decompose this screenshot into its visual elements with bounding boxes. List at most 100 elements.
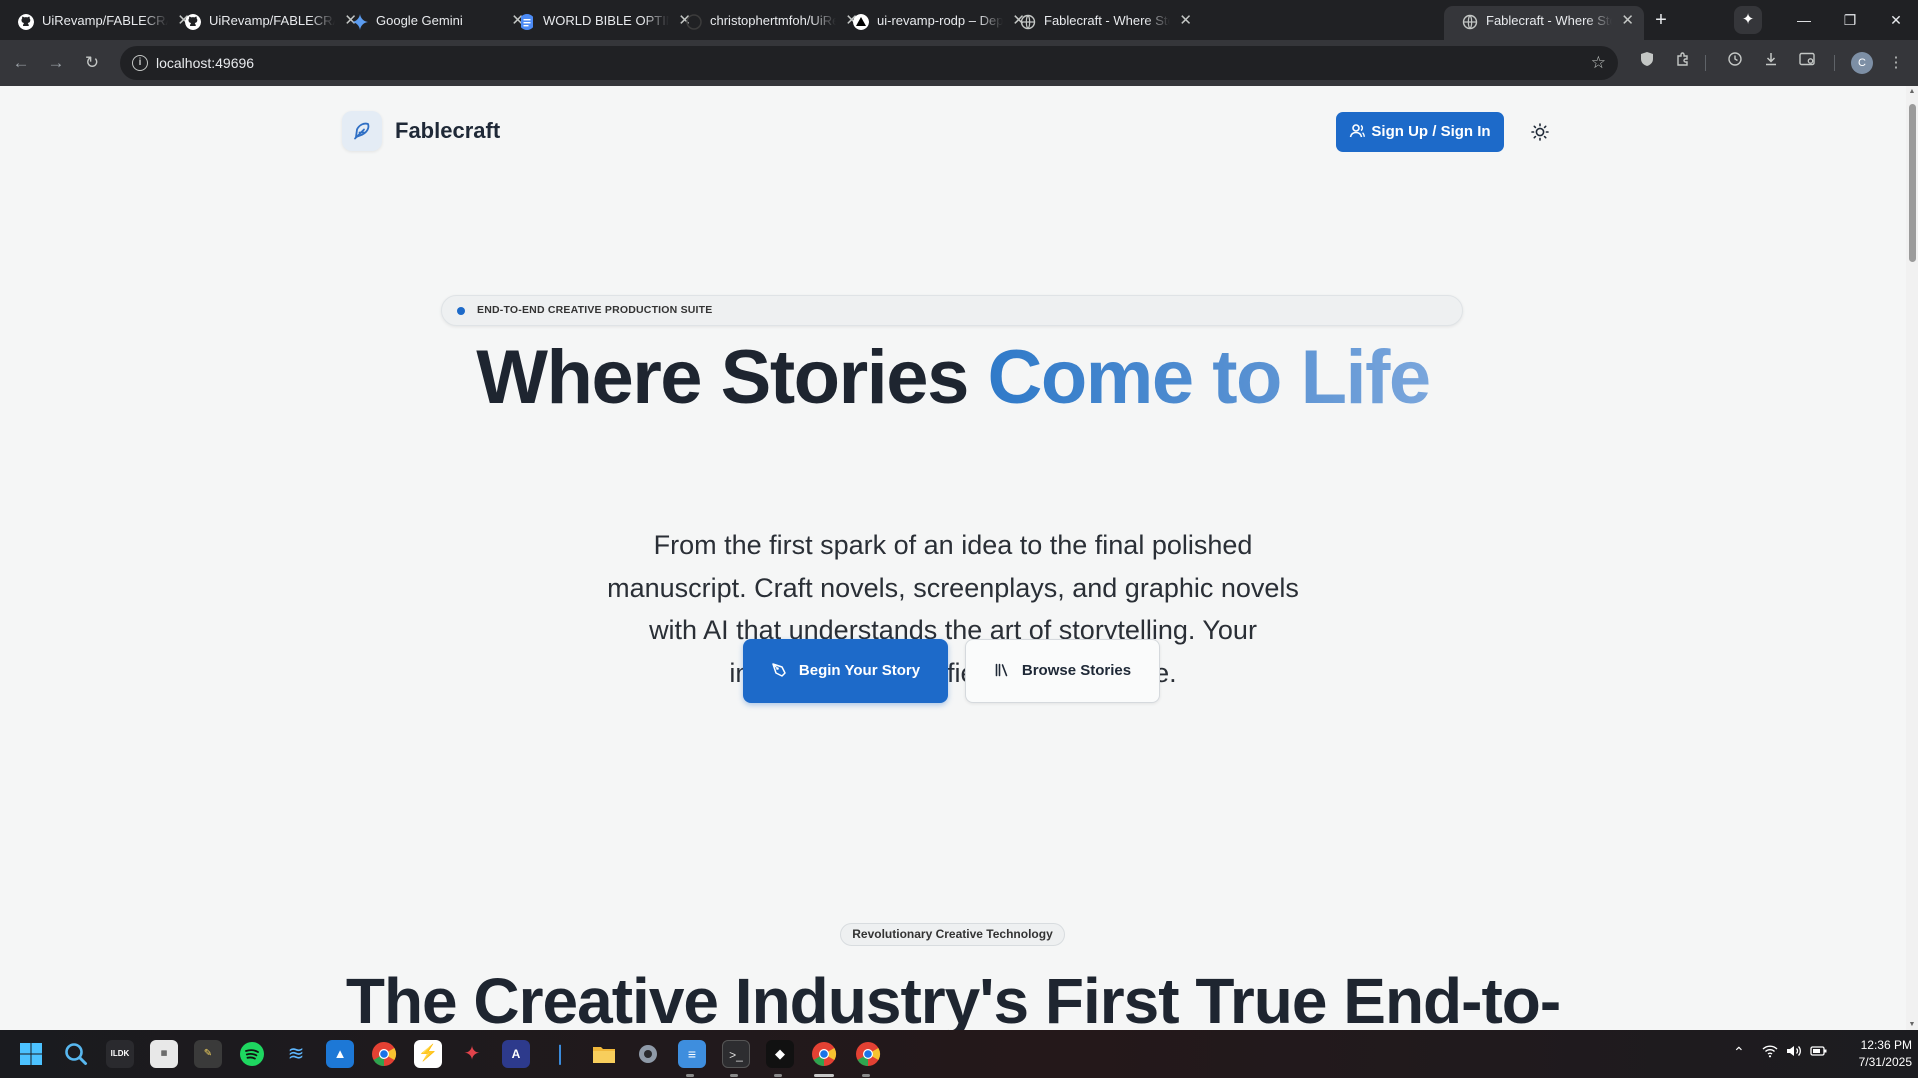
scroll-thumb[interactable] <box>1909 104 1916 262</box>
sun-icon[interactable] <box>1530 122 1550 142</box>
app-icon[interactable]: A <box>502 1040 530 1068</box>
settings-gear-icon[interactable] <box>634 1040 662 1068</box>
github-icon <box>686 14 702 30</box>
notepad-icon[interactable]: ≡ <box>678 1040 706 1068</box>
github-icon <box>18 14 34 30</box>
close-icon[interactable]: ✕ <box>1179 6 1192 36</box>
extensions-icon[interactable] <box>1670 50 1696 76</box>
back-arrow-icon[interactable]: ← <box>7 49 35 77</box>
tab-title: UiRevamp/FABLECRAFT_ <box>209 13 335 28</box>
tab-title: Fablecraft - Where Stories <box>1486 13 1612 28</box>
tab-title: Fablecraft - Where Stories <box>1044 13 1170 28</box>
docs-icon <box>521 14 533 30</box>
app-icon[interactable]: ❘ <box>546 1040 574 1068</box>
terminal-icon[interactable]: >_ <box>722 1040 750 1068</box>
page-viewport: Fablecraft Sign Up / Sign In END-TO-END … <box>0 86 1906 1030</box>
scroll-down-icon[interactable]: ▼ <box>1907 1021 1917 1028</box>
running-indicator <box>814 1074 834 1077</box>
gemini-button[interactable]: ✦ <box>1734 6 1762 34</box>
app-icon[interactable]: ✎ <box>194 1040 222 1068</box>
hero-description-line: From the first spark of an idea to the f… <box>653 530 1253 560</box>
feather-icon <box>354 122 370 140</box>
chrome-icon[interactable] <box>854 1040 882 1068</box>
tab-title: WORLD BIBLE OPTIMIZE <box>543 13 669 28</box>
toolbar-divider <box>1834 55 1835 71</box>
site-info-icon[interactable]: i <box>132 55 148 71</box>
side-panel-icon[interactable] <box>1794 50 1820 76</box>
reload-icon[interactable]: ↻ <box>78 49 106 77</box>
running-indicator <box>862 1074 870 1077</box>
os-taskbar: ILDK ▦ ✎ ≋ ▲ ⚡ ✦ A ❘ ≡ >_ ◆ ⌃ 12:36 PM 7… <box>0 1030 1918 1078</box>
gemini-icon <box>352 14 368 30</box>
hero-tagline: END-TO-END CREATIVE PRODUCTION SUITE <box>477 304 713 316</box>
clock-date: 7/31/2025 <box>1858 1055 1912 1069</box>
running-indicator <box>774 1074 782 1077</box>
browser-tab-active[interactable]: Fablecraft - Where Stories ✕ <box>1444 6 1644 40</box>
app-icon[interactable]: ⚡ <box>414 1040 442 1068</box>
new-tab-button[interactable]: + <box>1648 8 1674 34</box>
close-icon[interactable]: ✕ <box>1621 6 1634 36</box>
shield-icon[interactable] <box>1634 50 1660 76</box>
close-window-button[interactable]: ✕ <box>1876 6 1916 34</box>
vercel-icon <box>853 14 869 30</box>
search-icon[interactable] <box>62 1040 90 1068</box>
browse-stories-label: Browse Stories <box>1021 662 1132 679</box>
hero-description-line: with AI that understands the art of stor… <box>649 615 1257 645</box>
github-icon <box>185 14 201 30</box>
begin-story-label: Begin Your Story <box>798 662 921 679</box>
hero-title-accent: Come to Life <box>987 335 1431 420</box>
status-dot <box>457 307 465 315</box>
bookmark-star-icon[interactable]: ☆ <box>1591 46 1606 80</box>
menu-kebab-icon[interactable]: ⋮ <box>1883 50 1909 76</box>
hero-title: Where Stories Come to Life <box>0 334 1906 421</box>
globe-icon <box>1462 14 1478 30</box>
browser-toolbar: ← → ↻ i localhost:49696 ☆ C ⋮ <box>0 40 1918 86</box>
hero-tagline-pill: END-TO-END CREATIVE PRODUCTION SUITE <box>441 295 1463 326</box>
browser-tab[interactable]: Fablecraft - Where Stories ✕ <box>1002 6 1202 40</box>
chrome-icon[interactable] <box>810 1040 838 1068</box>
restore-button[interactable]: ❐ <box>1830 6 1870 34</box>
library-icon <box>995 663 1008 677</box>
app-icon[interactable]: ▦ <box>150 1040 178 1068</box>
hero-description-line: manuscript. Craft novels, screenplays, a… <box>607 572 1299 603</box>
running-indicator <box>730 1074 738 1077</box>
address-bar[interactable]: i localhost:49696 ☆ <box>120 46 1618 80</box>
spotify-icon[interactable] <box>238 1040 266 1068</box>
running-indicator <box>686 1074 694 1077</box>
app-icon[interactable]: ◆ <box>766 1040 794 1068</box>
section-badge: Revolutionary Creative Technology <box>840 923 1065 946</box>
app-icon[interactable]: ≋ <box>282 1040 310 1068</box>
url-text: localhost:49696 <box>156 55 255 71</box>
history-icon[interactable] <box>1722 50 1748 76</box>
forward-arrow-icon[interactable]: → <box>42 49 70 77</box>
section-title: The Creative Industry's First True End-t… <box>345 965 1561 1030</box>
browse-stories-button[interactable]: Browse Stories <box>965 639 1160 703</box>
brand-name[interactable]: Fablecraft <box>395 118 500 144</box>
download-icon[interactable] <box>1758 50 1784 76</box>
profile-avatar[interactable]: C <box>1851 52 1873 74</box>
begin-story-button[interactable]: Begin Your Story <box>743 639 948 703</box>
wifi-icon[interactable] <box>1762 1044 1778 1061</box>
tab-title: Google Gemini <box>376 13 463 28</box>
volume-icon[interactable] <box>1786 1044 1802 1061</box>
user-icon <box>1350 124 1366 138</box>
app-icon[interactable]: ✦ <box>458 1040 486 1068</box>
app-icon[interactable]: ILDK <box>106 1040 134 1068</box>
chevron-up-icon[interactable]: ⌃ <box>1733 1044 1745 1061</box>
system-clock[interactable]: 12:36 PM 7/31/2025 <box>1826 1037 1912 1071</box>
hero-description-line: imagination, amplified by intelligence. <box>729 657 1177 688</box>
sign-in-button[interactable]: Sign Up / Sign In <box>1336 112 1504 152</box>
brand-logo[interactable] <box>342 111 382 151</box>
globe-icon <box>1020 14 1036 30</box>
scroll-up-icon[interactable]: ▲ <box>1907 88 1917 95</box>
clock-time: 12:36 PM <box>1860 1038 1912 1052</box>
app-icon[interactable]: ▲ <box>326 1040 354 1068</box>
pen-tool-icon <box>772 663 786 677</box>
page-scrollbar[interactable]: ▲ ▼ <box>1906 86 1918 1030</box>
browser-tabstrip: UiRevamp/FABLECRAFT_ ✕ UiRevamp/FABLECRA… <box>0 0 1918 40</box>
windows-start-icon[interactable] <box>17 1040 45 1068</box>
hero-title-plain: Where Stories <box>476 335 988 420</box>
minimize-button[interactable]: — <box>1784 6 1824 34</box>
chrome-icon[interactable] <box>370 1040 398 1068</box>
folder-icon[interactable] <box>590 1040 618 1068</box>
